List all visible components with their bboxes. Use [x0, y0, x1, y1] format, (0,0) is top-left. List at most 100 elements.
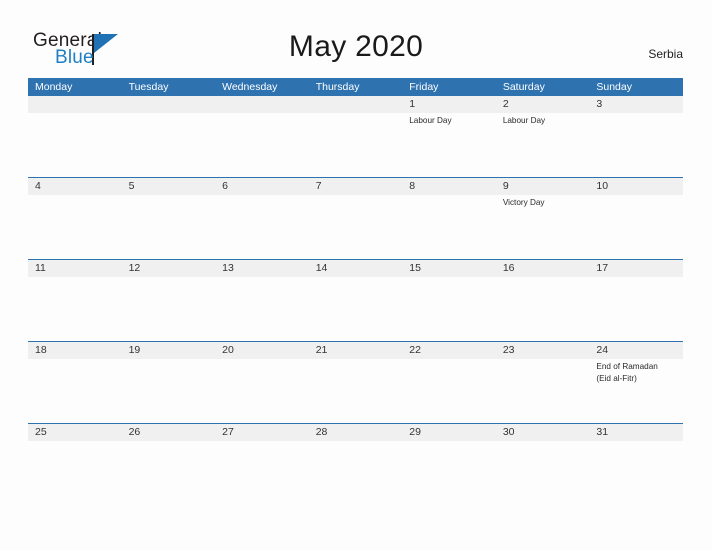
- page-header: General Blue May 2020 Serbia: [0, 0, 712, 78]
- calendar-day-cell[interactable]: 30: [495, 424, 590, 505]
- calendar-page: General Blue May 2020 Serbia Monday Tuesd…: [0, 0, 712, 550]
- country-label: Serbia: [648, 47, 683, 61]
- day-events: [215, 195, 309, 197]
- calendar-day-cell[interactable]: 2 Labour Day: [495, 96, 590, 177]
- day-events: Victory Day: [496, 195, 590, 209]
- calendar-day-cell[interactable]: 1 Labour Day: [402, 96, 496, 177]
- day-number: 5: [121, 178, 216, 195]
- day-events: [496, 277, 590, 279]
- day-events: Labour Day: [402, 113, 496, 127]
- calendar-day-cell[interactable]: 9 Victory Day: [495, 178, 590, 259]
- calendar-day-cell[interactable]: 7: [308, 178, 403, 259]
- day-number: 21: [308, 342, 403, 359]
- day-events: [122, 277, 216, 279]
- calendar-day-cell[interactable]: 12: [121, 260, 216, 341]
- calendar-day-cell[interactable]: 18: [28, 342, 122, 423]
- day-number: 6: [215, 178, 309, 195]
- day-events: [589, 441, 683, 443]
- day-number: 2: [495, 96, 590, 113]
- calendar-day-cell[interactable]: 27: [215, 424, 309, 505]
- day-number: 20: [215, 342, 309, 359]
- day-number: 31: [589, 424, 683, 441]
- day-events: [122, 359, 216, 361]
- day-events: [28, 277, 122, 279]
- calendar-empty-cell: [121, 96, 216, 177]
- day-number: 19: [121, 342, 216, 359]
- calendar-week-row: 25 26 27 28 29 30 31: [28, 423, 683, 505]
- day-events: [402, 441, 496, 443]
- calendar-day-cell[interactable]: 11: [28, 260, 122, 341]
- holiday-label: End of Ramadan: [596, 362, 658, 371]
- calendar-empty-cell: [215, 96, 309, 177]
- calendar-day-cell[interactable]: 19: [121, 342, 216, 423]
- holiday-label: Labour Day: [409, 116, 452, 125]
- day-events: [122, 441, 216, 443]
- day-number: 24: [589, 342, 683, 359]
- day-number: 14: [308, 260, 403, 277]
- weekday-header-monday: Monday: [35, 81, 73, 93]
- day-events: End of Ramadan (Eid al-Fitr): [589, 359, 683, 384]
- calendar-day-cell[interactable]: 22: [402, 342, 496, 423]
- day-events: [215, 441, 309, 443]
- day-number: 18: [28, 342, 122, 359]
- day-events: [215, 359, 309, 361]
- weekday-header-row: Monday Tuesday Wednesday Thursday Friday Satu…: [28, 78, 683, 96]
- day-events: [496, 441, 590, 443]
- calendar-week-row: 18 19 20 21 22 23 24 End of Ramadan (Eid al-Fitr…: [28, 341, 683, 423]
- weekday-header-saturday: Saturday: [502, 81, 545, 93]
- calendar-day-cell[interactable]: 4: [28, 178, 122, 259]
- day-number: 30: [495, 424, 590, 441]
- weekday-header-thursday: Thursday: [315, 81, 360, 93]
- day-number: 25: [28, 424, 122, 441]
- day-number: [28, 96, 122, 113]
- weekday-header-tuesday: Tuesday: [128, 81, 169, 93]
- calendar-day-cell[interactable]: 16: [495, 260, 590, 341]
- day-events: [215, 113, 309, 115]
- day-events: [402, 195, 496, 197]
- calendar-day-cell[interactable]: 21: [308, 342, 403, 423]
- day-events: [28, 195, 122, 197]
- day-events: [589, 113, 683, 115]
- day-number: 15: [402, 260, 496, 277]
- day-events: [496, 359, 590, 361]
- calendar-day-cell[interactable]: 28: [308, 424, 403, 505]
- calendar-day-cell[interactable]: 14: [308, 260, 403, 341]
- day-number: 4: [28, 178, 122, 195]
- calendar-day-cell[interactable]: 23: [495, 342, 590, 423]
- day-number: 11: [28, 260, 122, 277]
- weekday-header-sunday: Sunday: [596, 81, 632, 93]
- day-events: [589, 277, 683, 279]
- weekday-header-friday: Friday: [409, 81, 439, 93]
- day-events: [309, 113, 403, 115]
- calendar-day-cell[interactable]: 24 End of Ramadan (Eid al-Fitr): [589, 342, 683, 423]
- day-number: 3: [589, 96, 683, 113]
- day-number: 8: [402, 178, 496, 195]
- day-events: [28, 359, 122, 361]
- day-number: 17: [589, 260, 683, 277]
- calendar-day-cell[interactable]: 31: [589, 424, 683, 505]
- calendar-day-cell[interactable]: 17: [589, 260, 683, 341]
- calendar-day-cell[interactable]: 6: [215, 178, 309, 259]
- calendar-day-cell[interactable]: 8: [402, 178, 496, 259]
- day-events: [309, 359, 403, 361]
- calendar-day-cell[interactable]: 29: [402, 424, 496, 505]
- day-events: Labour Day: [496, 113, 590, 127]
- day-number: 29: [402, 424, 496, 441]
- calendar-week-row: 4 5 6 7 8 9 Victory Day 10: [28, 177, 683, 259]
- calendar-day-cell[interactable]: 20: [215, 342, 309, 423]
- day-number: 12: [121, 260, 216, 277]
- calendar-day-cell[interactable]: 26: [121, 424, 216, 505]
- calendar-day-cell[interactable]: 25: [28, 424, 122, 505]
- calendar-day-cell[interactable]: 3: [589, 96, 683, 177]
- day-events: [215, 277, 309, 279]
- day-number: 28: [308, 424, 403, 441]
- holiday-label: Victory Day: [502, 198, 545, 207]
- calendar-day-cell[interactable]: 10: [589, 178, 683, 259]
- day-number: 27: [215, 424, 309, 441]
- calendar-day-cell[interactable]: 5: [121, 178, 216, 259]
- day-number: [121, 96, 216, 113]
- day-events: [122, 113, 216, 115]
- calendar-day-cell[interactable]: 15: [402, 260, 496, 341]
- calendar-day-cell[interactable]: 13: [215, 260, 309, 341]
- day-events: [402, 359, 496, 361]
